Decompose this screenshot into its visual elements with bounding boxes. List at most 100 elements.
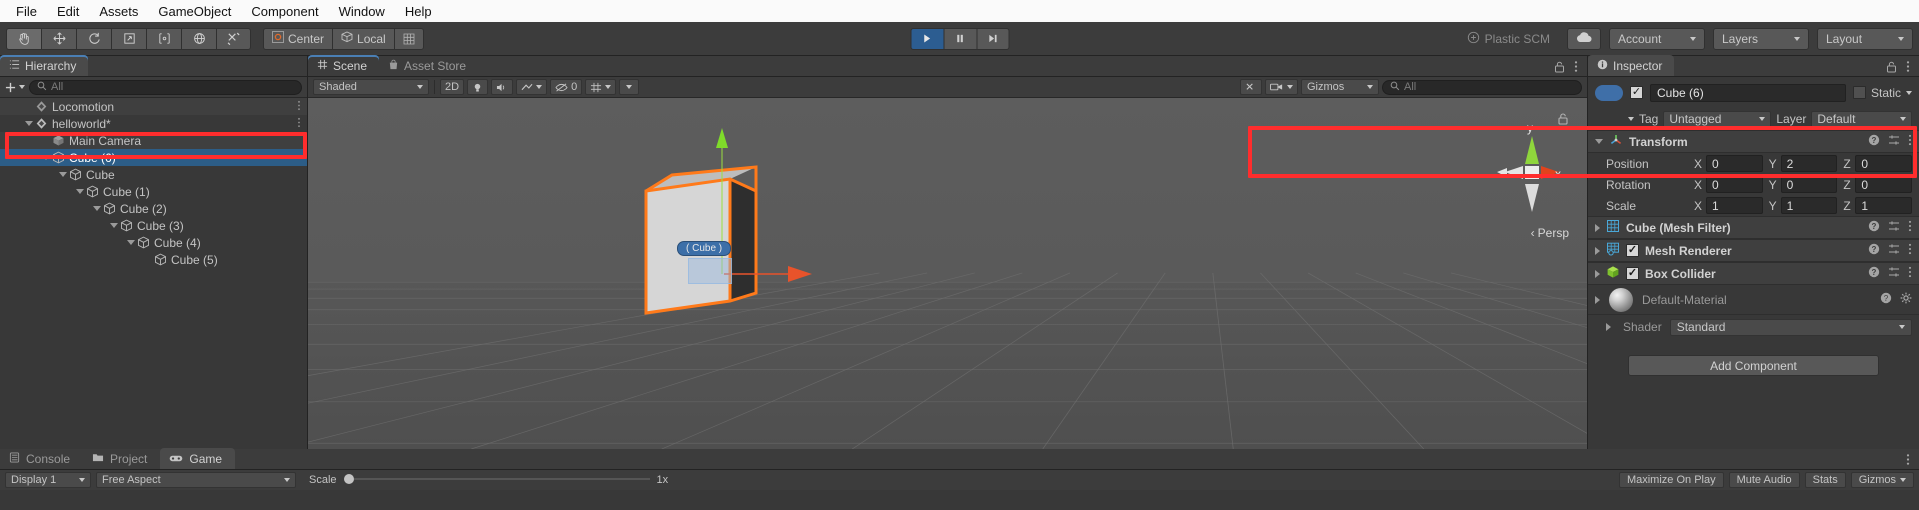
hierarchy-row-helloworld[interactable]: helloworld* xyxy=(0,115,307,132)
transform-position-x[interactable]: X0 xyxy=(1694,155,1763,172)
scene-projection-label[interactable]: ‹ Persp xyxy=(1531,226,1569,240)
rect-tool-button[interactable] xyxy=(146,27,181,50)
tab-asset-store[interactable]: Asset Store xyxy=(379,55,478,76)
tab-scene[interactable]: Scene xyxy=(308,55,380,76)
transform-rotation-y-input[interactable]: 0 xyxy=(1780,176,1838,193)
menu-item-component[interactable]: Component xyxy=(241,2,328,21)
rotate-tool-button[interactable] xyxy=(76,27,111,50)
transform-scale-y[interactable]: Y1 xyxy=(1769,197,1838,214)
transform-position-y[interactable]: Y2 xyxy=(1769,155,1838,172)
hierarchy-row-cube-1[interactable]: Cube (1) xyxy=(0,183,307,200)
transform-tool-button[interactable] xyxy=(181,27,216,50)
aspect-dropdown[interactable]: Free Aspect xyxy=(96,472,296,488)
plastic-scm-button[interactable]: Plastic SCM xyxy=(1458,28,1559,50)
chevron-down-icon[interactable] xyxy=(23,121,34,126)
scene-gizmo-lock-icon[interactable] xyxy=(1557,112,1569,128)
preset-icon[interactable] xyxy=(1888,220,1900,235)
chevron-right-icon[interactable] xyxy=(1595,223,1600,232)
transform-scale-z[interactable]: Z1 xyxy=(1843,197,1913,214)
cloud-services-button[interactable] xyxy=(1567,27,1601,50)
hierarchy-search-input[interactable]: All xyxy=(29,79,302,95)
2d-toggle-button[interactable]: 2D xyxy=(440,79,465,95)
chevron-down-icon[interactable] xyxy=(40,155,51,160)
grid-visibility-button[interactable] xyxy=(585,79,617,95)
chevron-right-icon[interactable] xyxy=(1595,269,1600,278)
scale-slider[interactable] xyxy=(342,473,652,488)
hierarchy-row-menu-icon[interactable] xyxy=(297,117,301,131)
menu-item-gameobject[interactable]: GameObject xyxy=(148,2,241,21)
scene-transform-gizmo[interactable] xyxy=(676,126,816,316)
help-icon[interactable]: ? xyxy=(1880,292,1892,307)
help-icon[interactable]: ? xyxy=(1868,266,1880,281)
lock-icon[interactable] xyxy=(1554,61,1565,76)
component-header-box-collider[interactable]: ✓ Box Collider? xyxy=(1588,262,1919,285)
transform-scale-y-input[interactable]: 1 xyxy=(1780,197,1838,214)
scene-menu-icon[interactable] xyxy=(1574,60,1578,76)
hierarchy-tree[interactable]: Locomotion helloworld* Main Camera Cube (6)… xyxy=(0,98,307,449)
hierarchy-row-locomotion[interactable]: Locomotion xyxy=(0,98,307,115)
chevron-down-icon[interactable] xyxy=(125,240,136,245)
display-dropdown[interactable]: Display 1 xyxy=(5,472,91,488)
bottom-tab-actions[interactable] xyxy=(1906,453,1919,469)
layer-dropdown[interactable]: Default xyxy=(1811,110,1912,128)
menu-item-file[interactable]: File xyxy=(6,2,47,21)
chevron-down-icon[interactable] xyxy=(91,206,102,211)
move-tool-button[interactable] xyxy=(41,27,76,50)
custom-tool-button[interactable] xyxy=(216,27,251,50)
gizmos-dropdown[interactable]: Gizmos xyxy=(1301,79,1379,95)
step-button[interactable] xyxy=(976,27,1009,50)
audio-toggle-button[interactable] xyxy=(491,79,514,95)
hierarchy-row-cube-6[interactable]: Cube (6) xyxy=(0,149,307,166)
hierarchy-row-main-camera[interactable]: Main Camera xyxy=(0,132,307,149)
hierarchy-row-cube-5[interactable]: Cube (5) xyxy=(0,251,307,268)
object-name-input[interactable]: Cube (6) xyxy=(1650,83,1846,102)
help-icon[interactable]: ? xyxy=(1868,243,1880,258)
tab-inspector[interactable]: Inspector xyxy=(1588,55,1675,76)
help-icon[interactable]: ? xyxy=(1868,134,1880,149)
shader-dropdown[interactable]: Standard xyxy=(1669,318,1912,336)
transform-position-y-input[interactable]: 2 xyxy=(1780,155,1838,172)
preset-icon[interactable] xyxy=(1888,134,1900,149)
object-active-checkbox[interactable]: ✓ xyxy=(1630,86,1643,99)
transform-rotation-x[interactable]: X0 xyxy=(1694,176,1763,193)
static-toggle[interactable]: Static xyxy=(1852,86,1912,100)
component-enabled-checkbox[interactable]: ✓ xyxy=(1626,267,1639,280)
chevron-right-icon[interactable] xyxy=(1595,295,1600,304)
account-dropdown[interactable]: Account xyxy=(1609,27,1705,50)
pivot-mode-button[interactable]: Center xyxy=(263,27,333,50)
transform-scale-x[interactable]: X1 xyxy=(1694,197,1763,214)
transform-rotation-z-input[interactable]: 0 xyxy=(1855,176,1913,193)
chevron-down-icon[interactable] xyxy=(1595,139,1603,144)
gear-icon[interactable] xyxy=(1900,292,1912,307)
chevron-right-icon[interactable] xyxy=(1595,246,1600,255)
transform-scale-z-input[interactable]: 1 xyxy=(1855,197,1913,214)
hierarchy-row-cube-4[interactable]: Cube (4) xyxy=(0,234,307,251)
mute-audio-button[interactable]: Mute Audio xyxy=(1728,472,1800,488)
tab-project[interactable]: Project xyxy=(83,448,160,469)
shading-mode-dropdown[interactable]: Shaded xyxy=(313,79,429,95)
grid-snapping-button[interactable] xyxy=(619,79,640,95)
game-gizmos-button[interactable]: Gizmos xyxy=(1850,472,1914,488)
preset-icon[interactable] xyxy=(1888,266,1900,281)
transform-position-x-input[interactable]: 0 xyxy=(1706,155,1763,172)
lighting-toggle-button[interactable] xyxy=(467,79,489,95)
transform-rotation-y[interactable]: Y0 xyxy=(1769,176,1838,193)
scene-orientation-gizmo[interactable]: y x xyxy=(1493,120,1571,230)
menu-item-edit[interactable]: Edit xyxy=(47,2,89,21)
effects-toggle-button[interactable] xyxy=(516,79,548,95)
space-mode-button[interactable]: Local xyxy=(332,27,394,50)
chevron-right-icon[interactable] xyxy=(1606,323,1611,331)
component-menu-icon[interactable] xyxy=(1908,266,1912,281)
transform-position-z-input[interactable]: 0 xyxy=(1855,155,1913,172)
component-header-mesh-renderer[interactable]: ✓ Mesh Renderer? xyxy=(1588,239,1919,262)
pause-button[interactable] xyxy=(943,27,976,50)
scene-tools-button[interactable] xyxy=(1240,79,1262,95)
inspector-menu-icon[interactable] xyxy=(1906,60,1910,76)
camera-settings-button[interactable] xyxy=(1265,79,1298,95)
hand-tool-button[interactable] xyxy=(6,27,41,50)
component-menu-icon[interactable] xyxy=(1908,243,1912,258)
tag-dropdown[interactable]: Untagged xyxy=(1663,110,1772,128)
scene-viewport[interactable]: ( Cube ) y x ‹ Persp xyxy=(308,98,1587,449)
menu-item-window[interactable]: Window xyxy=(329,2,395,21)
chevron-down-icon[interactable] xyxy=(74,189,85,194)
